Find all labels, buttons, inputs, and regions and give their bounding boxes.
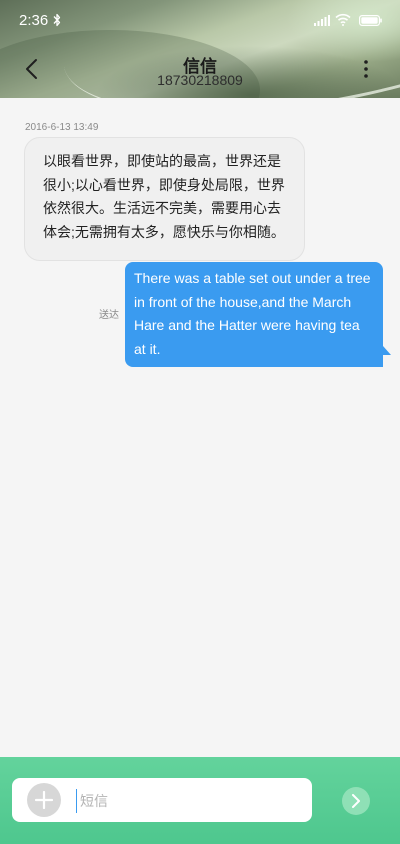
message-composer: [0, 757, 400, 844]
delivery-status: 送达: [99, 310, 119, 321]
battery-icon: [359, 15, 382, 26]
conversation-header: 2:36 信信 18730218809: [0, 0, 400, 98]
send-button[interactable]: [342, 787, 370, 815]
bubble-tail: [383, 346, 391, 355]
message-input[interactable]: [76, 789, 300, 813]
message-timestamp: 2016-6-13 13:49: [25, 122, 99, 133]
incoming-message-bubble[interactable]: 以眼看世界，即使站的最高，世界还是很小;以心看世界，即使身处局限，世界依然很大。…: [24, 137, 305, 261]
status-time: 2:36: [19, 12, 49, 29]
send-arrow-icon: [352, 794, 360, 808]
add-attachment-button[interactable]: [27, 783, 61, 817]
wifi-icon: [335, 13, 351, 26]
plus-icon: [35, 791, 53, 809]
message-input-container[interactable]: [12, 778, 312, 822]
bluetooth-icon: [53, 13, 61, 27]
more-vertical-icon[interactable]: [357, 59, 375, 79]
status-bar: 2:36: [0, 0, 400, 40]
outgoing-message-bubble[interactable]: There was a table set out under a tree i…: [125, 262, 383, 367]
contact-number: 18730218809: [157, 72, 243, 88]
signal-icon: [314, 15, 330, 26]
